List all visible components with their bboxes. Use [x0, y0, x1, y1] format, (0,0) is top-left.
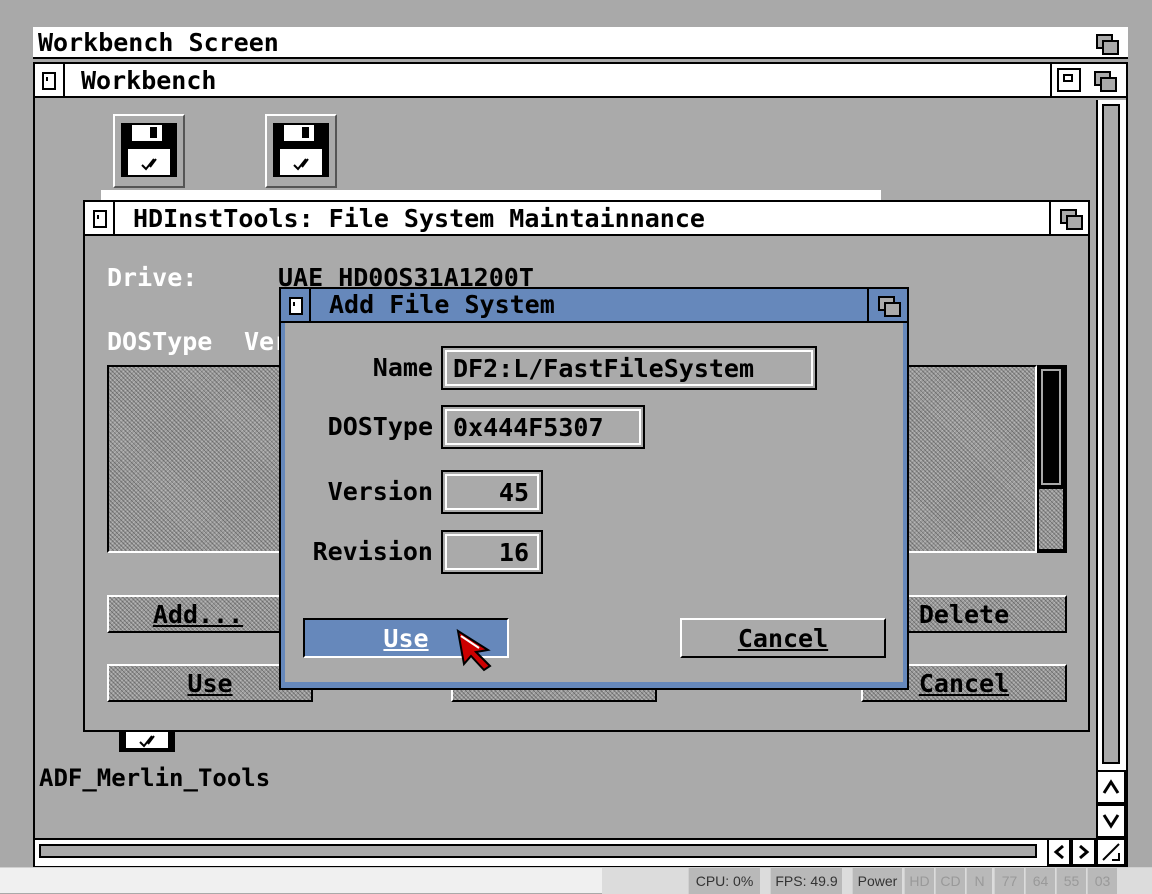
dostype-label: DOSType — [327, 412, 433, 441]
cancel-button[interactable]: Cancel — [680, 618, 886, 658]
status-power: Power — [852, 868, 902, 894]
status-bar: CPU: 0% FPS: 49.9 Power HD CD N 77 64 55… — [0, 867, 1152, 894]
status-track2: 55 — [1056, 868, 1086, 894]
zoom-icon[interactable] — [1057, 68, 1081, 92]
version-label: Version — [327, 477, 433, 506]
dostype-field[interactable]: 0x444F5307 — [441, 405, 645, 449]
scroll-down-icon[interactable] — [1096, 804, 1126, 838]
horizontal-scroll-track[interactable] — [35, 838, 1047, 866]
vertical-scroll-knob[interactable] — [1102, 104, 1120, 764]
list-scrollbar[interactable] — [1037, 365, 1067, 553]
depth-icon[interactable] — [1057, 206, 1083, 230]
screen-depth-icon[interactable] — [1093, 31, 1119, 55]
add-button[interactable]: Add... — [107, 595, 289, 633]
column-dostype: DOSType — [107, 327, 213, 356]
hdinst-title-bar[interactable]: HDInstTools: File System Maintainnance — [85, 202, 1088, 236]
scroll-left-icon[interactable] — [1047, 838, 1071, 866]
status-track1: 64 — [1025, 868, 1055, 894]
name-label: Name — [372, 353, 433, 382]
status-track0: 77 — [994, 868, 1024, 894]
dialog-right-border — [903, 323, 907, 686]
vertical-scroll-track[interactable] — [1096, 100, 1126, 770]
mouse-pointer-icon — [456, 628, 492, 672]
icon-label[interactable]: ADF_Merlin_Tools — [39, 766, 270, 790]
close-icon[interactable] — [42, 72, 56, 90]
floppy-disk-icon — [273, 123, 329, 177]
dialog-title: Add File System — [329, 290, 555, 319]
status-n: N — [966, 868, 992, 894]
status-fps: FPS: 49.9 — [770, 868, 842, 894]
add-filesystem-dialog: Add File System Name DF2:L/FastFileSyste… — [279, 287, 909, 690]
horizontal-scroll-knob[interactable] — [39, 844, 1037, 858]
close-icon[interactable] — [93, 210, 107, 228]
status-track3: 03 — [1087, 868, 1117, 894]
dialog-left-border — [281, 323, 285, 686]
dialog-title-bar[interactable]: Add File System — [281, 289, 907, 323]
disk-icon-1[interactable] — [113, 114, 185, 188]
workbench-title-bar[interactable]: Workbench — [35, 64, 1126, 98]
status-cd: CD — [935, 868, 965, 894]
version-field[interactable]: 45 — [441, 470, 543, 514]
dialog-bottom-border — [281, 682, 907, 688]
screen-title: Workbench Screen — [38, 28, 279, 57]
size-icon[interactable] — [1096, 838, 1126, 866]
revision-label: Revision — [312, 537, 433, 566]
workbench-title: Workbench — [81, 66, 217, 95]
scroll-right-icon[interactable] — [1071, 838, 1096, 866]
disk-icon-2[interactable] — [265, 114, 337, 188]
scroll-up-icon[interactable] — [1096, 770, 1126, 804]
close-icon[interactable] — [289, 297, 303, 315]
hdinst-title: HDInstTools: File System Maintainnance — [133, 204, 705, 233]
depth-icon[interactable] — [875, 293, 901, 317]
status-hd: HD — [904, 868, 934, 894]
revision-field[interactable]: 16 — [441, 530, 543, 574]
depth-icon[interactable] — [1091, 68, 1117, 92]
status-cpu: CPU: 0% — [688, 868, 760, 894]
screen-title-bar: Workbench Screen — [33, 27, 1128, 59]
drive-label: Drive: — [107, 263, 198, 292]
name-field[interactable]: DF2:L/FastFileSystem — [441, 346, 817, 390]
floppy-disk-icon — [121, 123, 177, 177]
